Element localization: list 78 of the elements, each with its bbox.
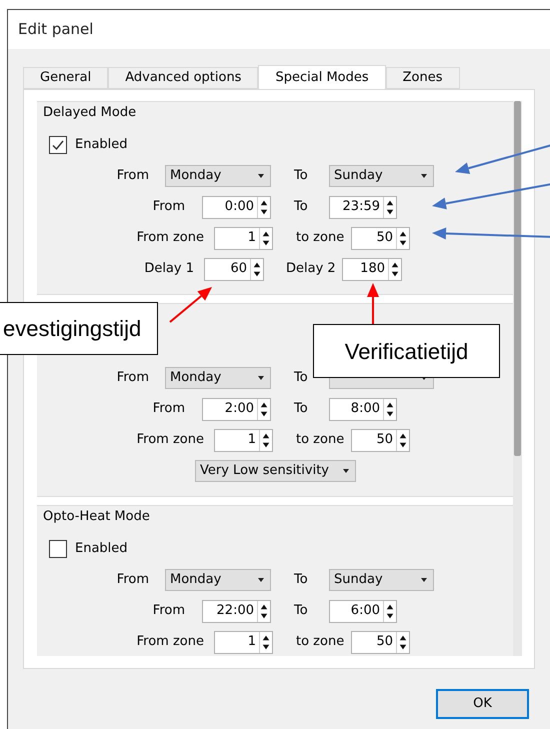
ok-button[interactable]: OK	[436, 689, 529, 719]
field-label: To	[294, 571, 309, 590]
field-label: To	[294, 602, 309, 620]
group-title: Delayed Mode	[43, 104, 136, 122]
field-label: To	[294, 198, 309, 216]
tab[interactable]: Advanced options	[108, 67, 258, 89]
spin-arrows-icon	[383, 196, 396, 218]
field-label: to zone	[296, 229, 346, 248]
caret-icon	[421, 578, 427, 582]
checkbox-label: Enabled	[75, 540, 128, 558]
field-label: From	[152, 400, 185, 418]
spin-arrows-icon	[259, 632, 272, 652]
number-spinner[interactable]: 50	[351, 428, 410, 452]
arrow	[367, 283, 379, 324]
number-spinner[interactable]: 2:00	[202, 398, 271, 420]
callout-tooltip: evestigingstijd	[0, 302, 158, 355]
tab[interactable]: General	[23, 67, 108, 89]
window-title: Edit panel	[18, 19, 94, 40]
field-label: To	[294, 400, 309, 418]
spin-arrows-icon	[257, 196, 270, 218]
spin-arrows-icon	[396, 632, 409, 652]
spin-arrows-icon	[396, 228, 409, 248]
number-spinner[interactable]: 8:00	[329, 398, 397, 420]
number-spinner[interactable]: 60	[204, 258, 264, 280]
dropdown[interactable]: Sunday	[329, 165, 434, 187]
dropdown[interactable]: Monday	[165, 569, 271, 591]
field-label: Delay 2	[286, 260, 336, 278]
field-label: to zone	[296, 633, 346, 652]
tab[interactable]: Special Modes	[258, 65, 386, 89]
caret-icon	[258, 578, 264, 582]
number-spinner[interactable]: 22:00	[202, 600, 271, 622]
group-title: Opto-Heat Mode	[43, 508, 150, 526]
field-label: Delay 1	[143, 260, 194, 278]
number-spinner[interactable]: 6:00	[329, 600, 397, 622]
spin-arrows-icon	[396, 430, 409, 450]
checkmark-icon	[51, 138, 65, 152]
spin-arrows-icon	[388, 258, 401, 280]
dropdown[interactable]: Monday	[165, 367, 271, 389]
caret-icon	[421, 174, 427, 178]
spin-arrows-icon	[250, 258, 263, 280]
dropdown[interactable]: Very Low sensitivity	[195, 460, 356, 482]
number-spinner[interactable]: 0:00	[202, 196, 271, 218]
scrollbar[interactable]	[513, 101, 522, 656]
number-spinner[interactable]: 1	[214, 428, 273, 452]
checkbox-label: Enabled	[75, 136, 128, 154]
number-spinner[interactable]: 50	[351, 226, 410, 250]
spin-arrows-icon	[259, 228, 272, 248]
field-label: to zone	[296, 431, 346, 450]
field-label: From	[116, 369, 149, 388]
field-label: From	[152, 602, 185, 620]
checkbox[interactable]	[49, 136, 67, 154]
dropdown[interactable]: Monday	[165, 165, 271, 187]
callout-tooltip: Verificatietijd	[313, 324, 500, 378]
number-spinner[interactable]: 23:59	[329, 196, 397, 218]
arrow	[169, 287, 212, 323]
spin-arrows-icon	[257, 398, 270, 420]
dropdown[interactable]: Sunday	[329, 569, 434, 591]
field-label: From zone	[136, 431, 204, 450]
field-label: To	[294, 167, 309, 186]
number-spinner[interactable]: 1	[214, 630, 273, 654]
number-spinner[interactable]: 180	[342, 258, 402, 280]
field-label: From zone	[136, 229, 204, 248]
caret-icon	[258, 376, 264, 380]
spin-arrows-icon	[383, 398, 396, 420]
spin-arrows-icon	[383, 600, 396, 622]
checkbox[interactable]	[49, 540, 67, 558]
caret-icon	[343, 469, 349, 473]
number-spinner[interactable]: 50	[351, 630, 410, 654]
field-label: From	[152, 198, 185, 216]
field-label: From	[116, 167, 149, 186]
field-label: From zone	[136, 633, 204, 652]
spin-arrows-icon	[259, 430, 272, 450]
field-label: From	[116, 571, 149, 590]
caret-icon	[258, 174, 264, 178]
tab[interactable]: Zones	[386, 67, 460, 89]
spin-arrows-icon	[257, 600, 270, 622]
number-spinner[interactable]: 1	[214, 226, 273, 250]
field-label: To	[294, 369, 309, 388]
